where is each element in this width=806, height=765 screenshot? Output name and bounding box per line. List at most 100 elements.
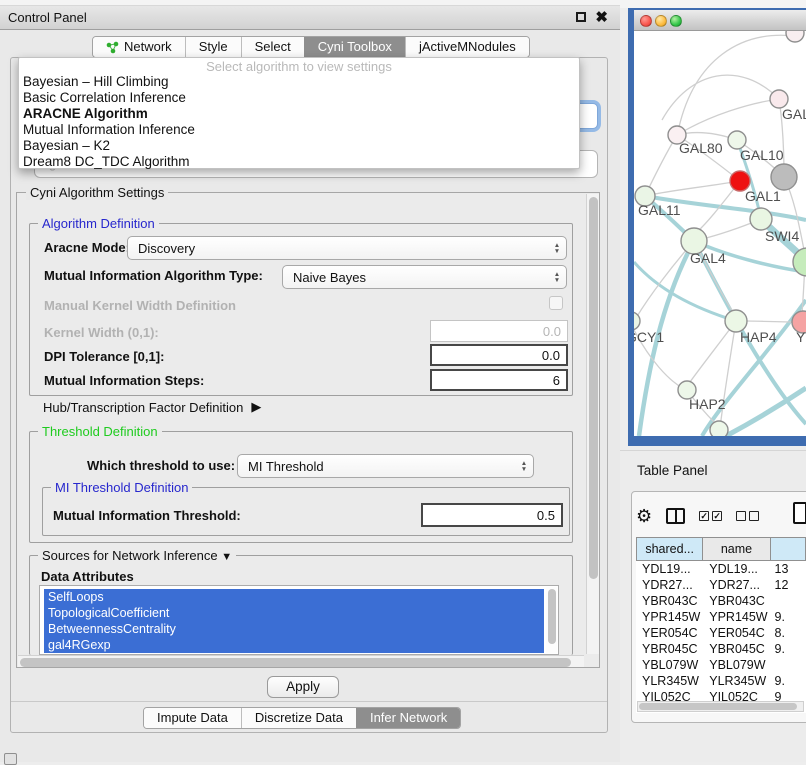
tab-network[interactable]: Network (93, 37, 185, 57)
table-horizontal-scrollbar[interactable] (637, 701, 804, 712)
network-node-label: GAL80 (679, 140, 723, 156)
table-cell: YER054C (703, 625, 770, 641)
aracne-mode-label: Aracne Mode: (44, 240, 130, 255)
column-header-name[interactable]: name (703, 537, 770, 561)
mi-threshold-field[interactable]: 0.5 (421, 503, 563, 527)
tab-infer-network[interactable]: Infer Network (356, 708, 460, 728)
table-row[interactable]: YBL079WYBL079W (636, 657, 806, 673)
network-window-titlebar[interactable] (634, 10, 806, 31)
table-row[interactable]: YDL19...YDL19...13 (636, 561, 806, 577)
split-columns-icon[interactable] (666, 508, 685, 524)
mi-steps-field[interactable]: 6 (430, 369, 568, 391)
select-all-checkboxes-icon[interactable]: ✓✓ (699, 511, 722, 521)
network-node-label: HAP4 (740, 329, 777, 345)
dpi-tolerance-field[interactable]: 0.0 (430, 344, 568, 366)
scrollbar-thumb[interactable] (639, 703, 797, 710)
stepper-arrows-icon: ▲▼ (548, 243, 566, 254)
threshold-definition-group: Threshold Definition Which threshold to … (29, 431, 573, 543)
network-canvas[interactable]: GALGAL80GAL10GAL1GAL11SWI4GAL4GCY1HAP4YH… (634, 31, 806, 436)
settings-vertical-scrollbar[interactable] (586, 194, 599, 654)
kernel-width-label: Kernel Width (0,1): (44, 325, 159, 340)
bottom-tabs: Impute Data Discretize Data Infer Networ… (143, 707, 461, 729)
algorithm-option[interactable]: Bayesian – K2 (19, 138, 579, 154)
data-attribute-item[interactable]: SelfLoops (44, 589, 544, 605)
settings-horizontal-scrollbar[interactable] (18, 655, 584, 667)
network-edge (662, 75, 779, 120)
mi-threshold-group: MI Threshold Definition Mutual Informati… (42, 487, 570, 536)
hub-definition-expander[interactable]: Hub/Transcription Factor Definition ▶ (43, 399, 261, 415)
algorithm-option[interactable]: ARACNE Algorithm (19, 106, 579, 122)
tab-style[interactable]: Style (185, 37, 241, 57)
tab-impute-data[interactable]: Impute Data (144, 708, 241, 728)
table-cell: 9. (771, 673, 806, 689)
data-attribute-item[interactable]: gal4RGexp (44, 637, 544, 653)
hub-definition-label: Hub/Transcription Factor Definition (43, 400, 243, 415)
table-row[interactable]: YBR045CYBR045C9. (636, 641, 806, 657)
tab-select[interactable]: Select (241, 37, 304, 57)
network-node[interactable] (786, 31, 804, 42)
table-cell: YBR045C (636, 641, 703, 657)
table-row[interactable]: YLR345WYLR345W9. (636, 673, 806, 689)
float-window-icon[interactable] (576, 12, 586, 22)
deselect-checkboxes-icon[interactable] (736, 511, 759, 521)
scrollbar-thumb[interactable] (589, 197, 598, 579)
table-toolbar: ⚙ ✓✓ (636, 500, 804, 532)
expand-right-icon: ▶ (251, 399, 261, 415)
settings-gear-icon[interactable]: ⚙ (636, 507, 652, 525)
algorithm-placeholder: Select algorithm to view settings (19, 59, 579, 74)
algorithm-option[interactable]: Basic Correlation Inference (19, 90, 579, 106)
right-top-strip (620, 0, 806, 8)
tab-discretize-data[interactable]: Discretize Data (241, 708, 356, 728)
panel-title: Control Panel (8, 10, 87, 25)
sources-title-row[interactable]: Sources for Network Inference ▼ (38, 548, 236, 563)
docked-panel-icon[interactable] (4, 753, 17, 765)
table-header: shared... name (636, 537, 806, 561)
algorithm-option[interactable]: Mutual Information Inference (19, 122, 579, 138)
table-cell: YBL079W (703, 657, 770, 673)
close-traffic-light[interactable] (640, 15, 652, 27)
column-header-cut[interactable] (771, 537, 806, 561)
threshold-definition-title: Threshold Definition (38, 424, 162, 439)
data-attribute-item[interactable]: TopologicalCoefficient (44, 605, 544, 621)
control-panel: Control Panel ✖ Network Style Select Cyn… (0, 0, 620, 762)
tab-jactivemnodules[interactable]: jActiveMNodules (405, 37, 529, 57)
table-row[interactable]: YBR043CYBR043C (636, 593, 806, 609)
network-node[interactable] (710, 421, 728, 436)
network-view-window: GALGAL80GAL10GAL1GAL11SWI4GAL4GCY1HAP4YH… (628, 8, 806, 446)
attributes-scrollbar[interactable] (546, 587, 557, 653)
attr-items: SelfLoopsTopologicalCoefficientBetweenne… (40, 589, 558, 653)
network-edge (677, 99, 779, 135)
scrollbar-thumb[interactable] (548, 589, 556, 644)
kernel-width-value: 0.0 (543, 324, 561, 339)
dpi-tolerance-value: 0.0 (542, 348, 560, 363)
tab-cyni-toolbox[interactable]: Cyni Toolbox (304, 37, 405, 57)
manual-kernel-checkbox[interactable] (549, 296, 563, 310)
algorithm-option[interactable]: Bayesian – Hill Climbing (19, 74, 579, 90)
table-row[interactable]: YDR27...YDR27...12 (636, 577, 806, 593)
algorithm-option[interactable]: Dream8 DC_TDC Algorithm (19, 154, 579, 170)
table-row[interactable]: YER054CYER054C8. (636, 625, 806, 641)
scrollbar-thumb[interactable] (20, 658, 571, 667)
zoom-traffic-light[interactable] (670, 15, 682, 27)
mi-type-combobox[interactable]: Naive Bayes ▲▼ (282, 265, 567, 289)
network-node[interactable] (771, 164, 797, 190)
kernel-width-field[interactable]: 0.0 (430, 320, 568, 342)
sources-title: Sources for Network Inference (42, 548, 218, 563)
table-cell: YBR043C (636, 593, 703, 609)
apply-button[interactable]: Apply (267, 676, 339, 698)
network-node-label: GCY1 (634, 329, 664, 345)
network-node-swi4[interactable] (750, 208, 772, 230)
data-attribute-item[interactable]: BetweennessCentrality (44, 621, 544, 637)
tab-label: Network (124, 37, 172, 57)
network-node-gcy1[interactable] (634, 312, 640, 330)
minimize-traffic-light[interactable] (655, 15, 667, 27)
aracne-mode-combobox[interactable]: Discovery ▲▼ (127, 236, 567, 260)
which-threshold-combobox[interactable]: MI Threshold ▲▼ (237, 454, 534, 478)
close-icon[interactable]: ✖ (595, 8, 608, 26)
column-header-shared-name[interactable]: shared... (636, 537, 703, 561)
table-cell: 12 (771, 577, 806, 593)
table-row[interactable]: YPR145WYPR145W9. (636, 609, 806, 625)
algorithm-definition-group: Algorithm Definition Aracne Mode: Discov… (29, 223, 573, 396)
table-cell: YLR345W (636, 673, 703, 689)
page-icon[interactable] (793, 502, 806, 524)
